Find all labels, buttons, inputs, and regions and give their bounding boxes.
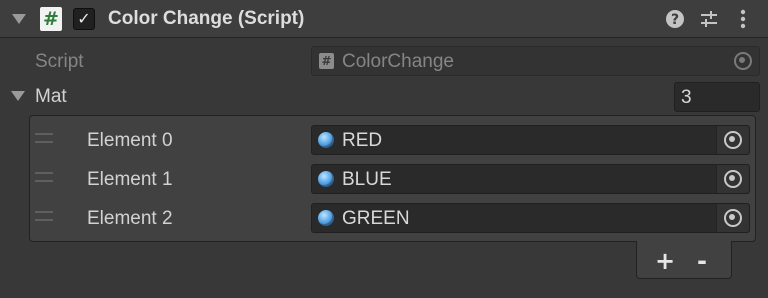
element-1-object-field[interactable]: BLUE (311, 164, 750, 194)
mat-foldout-arrow-icon[interactable] (11, 91, 25, 101)
object-picker-dot (729, 175, 735, 181)
element-1-value: BLUE (342, 169, 392, 190)
component-enabled-checkbox[interactable]: ✓ (73, 8, 95, 30)
remove-element-button[interactable]: - (697, 249, 707, 273)
element-1-label: Element 1 (87, 169, 173, 190)
drag-handle-icon[interactable] (35, 172, 53, 182)
script-component-icon: # (40, 7, 62, 31)
help-icon[interactable]: ? (665, 9, 685, 29)
script-label: Script (35, 51, 84, 72)
component-title[interactable]: Color Change (Script) (108, 8, 304, 30)
add-element-button[interactable]: + (655, 249, 675, 273)
object-picker-dot (729, 136, 735, 142)
drag-handle-icon[interactable] (35, 211, 53, 221)
script-object-picker-button[interactable] (727, 47, 759, 75)
element-2-object-field[interactable]: GREEN (311, 203, 750, 233)
context-menu-kebab-icon[interactable] (738, 8, 748, 30)
element-2-object-picker-button[interactable] (716, 204, 749, 232)
element-2-label: Element 2 (87, 208, 173, 229)
mat-label[interactable]: Mat (35, 86, 67, 108)
element-0-object-field[interactable]: RED (311, 125, 750, 155)
mat-array-size-value: 3 (681, 87, 692, 108)
object-picker-dot (739, 57, 745, 63)
script-asset-icon: # (319, 53, 334, 69)
element-2-value: GREEN (342, 208, 410, 229)
element-0-object-picker-button[interactable] (716, 126, 749, 154)
material-icon (318, 171, 334, 187)
script-object-field[interactable]: # ColorChange (311, 46, 760, 76)
element-0-value: RED (342, 130, 383, 151)
list-footer: + - (636, 241, 732, 279)
material-icon (318, 210, 334, 226)
element-0-label: Element 0 (87, 130, 173, 151)
drag-handle-icon[interactable] (35, 133, 53, 143)
component-foldout-arrow-icon[interactable] (12, 14, 26, 24)
element-1-object-picker-button[interactable] (716, 165, 749, 193)
svg-text:?: ? (671, 12, 679, 28)
material-icon (318, 132, 334, 148)
mat-array-size-field[interactable]: 3 (674, 82, 760, 112)
script-field-value: ColorChange (342, 51, 454, 72)
presets-sliders-icon[interactable] (699, 9, 719, 29)
object-picker-dot (729, 214, 735, 220)
